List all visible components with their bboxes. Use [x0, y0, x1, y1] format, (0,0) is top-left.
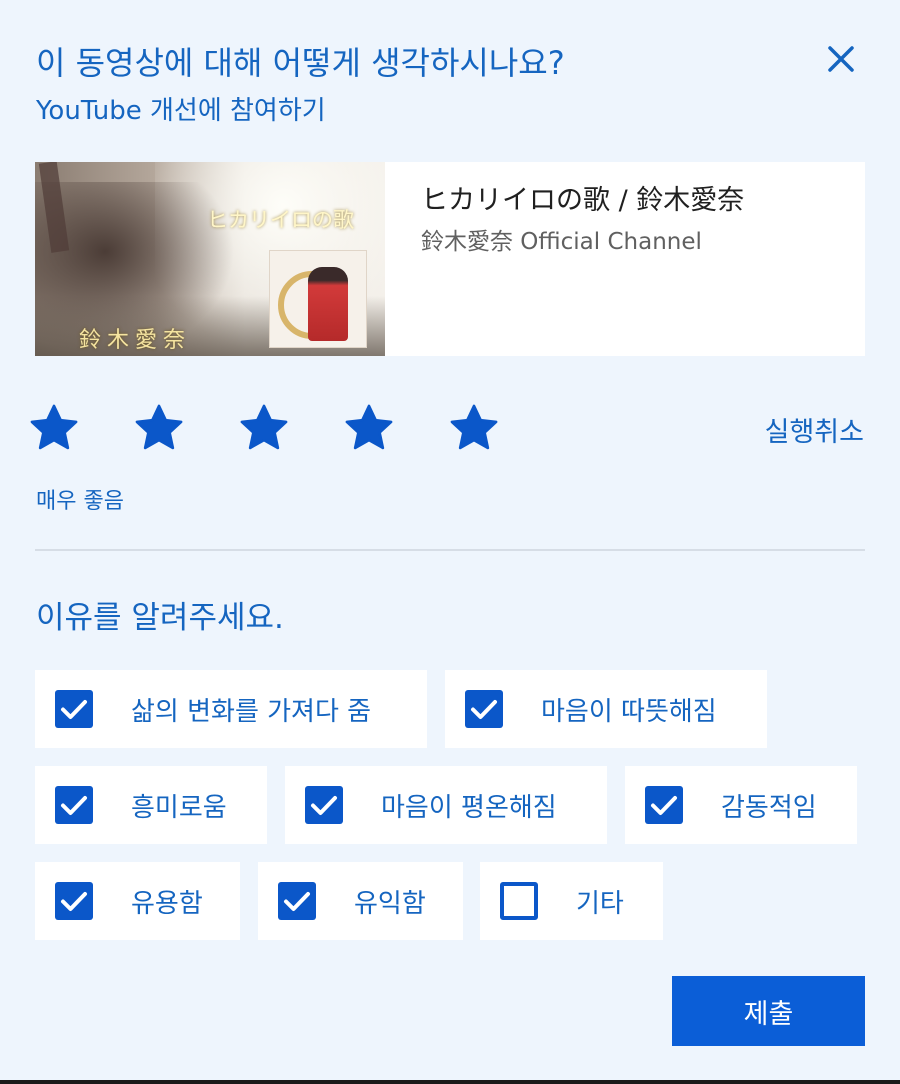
checkbox[interactable] — [55, 786, 93, 824]
video-title: ヒカリイロの歌 / 鈴木愛奈 — [421, 185, 745, 216]
video-card: ヒカリイロの歌 鈴木愛奈 ヒカリイロの歌 / 鈴木愛奈 鈴木愛奈 Officia… — [35, 162, 865, 356]
star-icon[interactable] — [448, 402, 500, 454]
reasons-heading: 이유를 알려주세요. — [36, 600, 284, 636]
reason-option[interactable]: 흥미로움 — [35, 766, 267, 844]
divider — [35, 549, 865, 551]
checkbox[interactable] — [305, 786, 343, 824]
dialog-subtitle: YouTube 개선에 참여하기 — [36, 96, 326, 126]
star-icon[interactable] — [343, 402, 395, 454]
star-rating[interactable] — [28, 402, 553, 454]
reason-label: 마음이 평온해짐 — [381, 792, 557, 823]
check-icon — [311, 796, 337, 815]
checkbox[interactable] — [500, 882, 538, 920]
checkbox[interactable] — [645, 786, 683, 824]
reason-option[interactable]: 감동적임 — [625, 766, 857, 844]
thumbnail-title: ヒカリイロの歌 — [207, 208, 354, 232]
checkbox[interactable] — [55, 882, 93, 920]
star-icon[interactable] — [238, 402, 290, 454]
check-icon — [284, 892, 310, 911]
reason-label: 감동적임 — [721, 792, 817, 823]
checkbox[interactable] — [55, 690, 93, 728]
dialog-title: 이 동영상에 대해 어떻게 생각하시나요? — [36, 44, 565, 82]
video-channel: 鈴木愛奈 Official Channel — [421, 229, 702, 255]
close-icon — [828, 46, 854, 72]
check-icon — [61, 892, 87, 911]
checkbox[interactable] — [465, 690, 503, 728]
close-button[interactable] — [822, 40, 860, 78]
video-thumbnail: ヒカリイロの歌 鈴木愛奈 — [35, 162, 385, 356]
thumbnail-artist-name: 鈴木愛奈 — [79, 328, 192, 353]
submit-button[interactable]: 제출 — [672, 976, 865, 1046]
check-icon — [651, 796, 677, 815]
reason-option[interactable]: 유용함 — [35, 862, 240, 940]
reason-label: 기타 — [576, 888, 624, 919]
reason-option[interactable]: 마음이 따뜻해짐 — [445, 670, 767, 748]
reason-label: 삶의 변화를 가져다 줌 — [131, 696, 372, 727]
check-icon — [61, 700, 87, 719]
reason-label: 유익함 — [354, 888, 426, 919]
thumbnail-inset-image — [269, 250, 367, 348]
star-icon[interactable] — [28, 402, 80, 454]
reason-label: 마음이 따뜻해짐 — [541, 696, 717, 727]
rating-label: 매우 좋음 — [36, 489, 124, 514]
reason-option[interactable]: 삶의 변화를 가져다 줌 — [35, 670, 427, 748]
bottom-edge — [0, 1080, 900, 1084]
checkbox[interactable] — [278, 882, 316, 920]
reason-option[interactable]: 유익함 — [258, 862, 463, 940]
reason-label: 유용함 — [131, 888, 203, 919]
reason-option[interactable]: 기타 — [480, 862, 663, 940]
undo-button[interactable]: 실행취소 — [765, 410, 864, 449]
reason-label: 흥미로움 — [131, 792, 227, 823]
check-icon — [61, 796, 87, 815]
check-icon — [471, 700, 497, 719]
star-icon[interactable] — [133, 402, 185, 454]
reason-option[interactable]: 마음이 평온해짐 — [285, 766, 607, 844]
